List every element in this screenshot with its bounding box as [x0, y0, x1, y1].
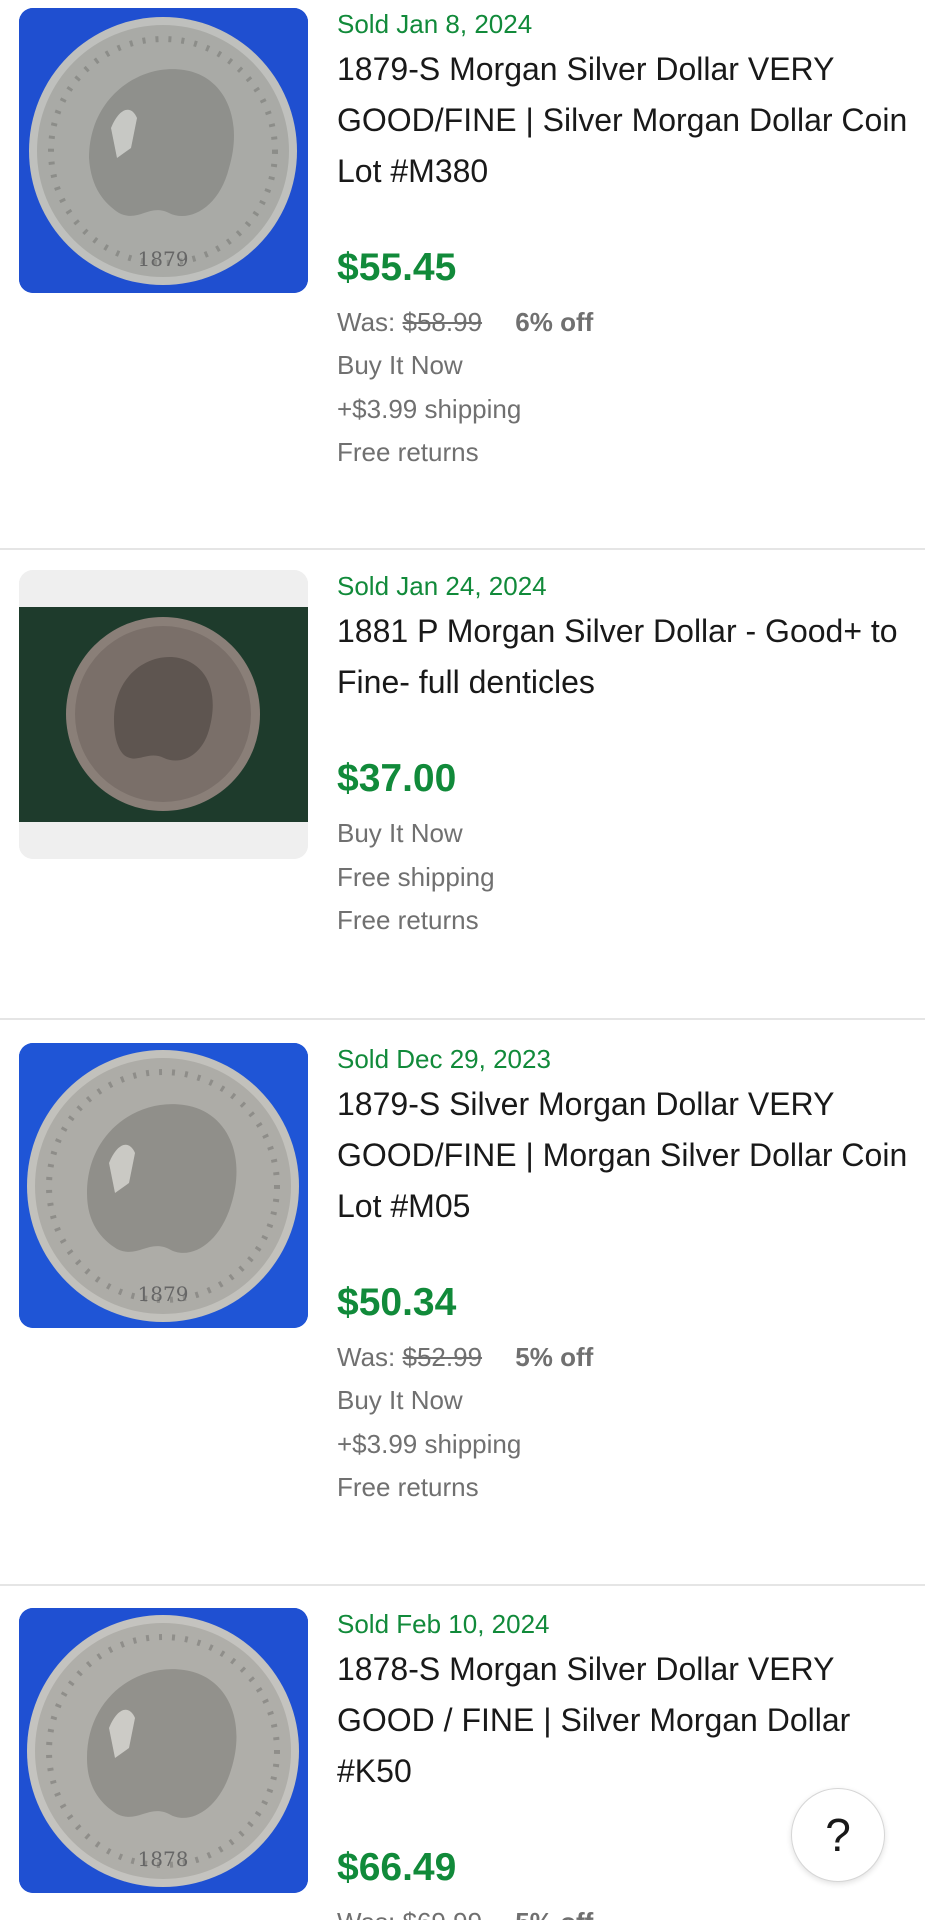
help-button[interactable]: ?	[791, 1788, 885, 1882]
returns-policy: Free returns	[337, 437, 479, 467]
sold-date: Sold Feb 10, 2024	[337, 1609, 550, 1639]
listing-thumbnail[interactable]: 1878	[19, 1608, 308, 1893]
help-question-icon: ?	[825, 1809, 851, 1861]
discount-badge: 6% off	[515, 307, 594, 337]
listing-item[interactable]: 1878 Sold Feb 10, 2024 1878-S Morgan Sil…	[0, 1586, 925, 1920]
sold-price: $55.45	[337, 246, 457, 289]
purchase-format: Buy It Now	[337, 350, 463, 380]
listing-title[interactable]: 1878-S Morgan Silver Dollar VERY GOOD / …	[337, 1644, 922, 1797]
listing-item[interactable]: 1879 Sold Jan 8, 2024 1879-S Morgan Silv…	[0, 0, 925, 548]
listing-title[interactable]: 1879-S Morgan Silver Dollar VERY GOOD/FI…	[337, 44, 922, 197]
original-price: $52.99	[402, 1342, 483, 1372]
sold-price: $66.49	[337, 1846, 457, 1889]
shipping-cost: +$3.99 shipping	[337, 394, 522, 424]
listing-item[interactable]: Sold Jan 24, 2024 1881 P Morgan Silver D…	[0, 550, 925, 1018]
coin-image	[19, 570, 308, 859]
coin-year: 1879	[138, 1282, 189, 1306]
coin-year: 1878	[138, 1847, 189, 1871]
coin-image: 1879	[19, 8, 308, 293]
was-label: Was:	[337, 1342, 396, 1372]
coin-image: 1878	[19, 1608, 308, 1893]
listing-thumbnail[interactable]: 1879	[19, 1043, 308, 1328]
sold-date: Sold Jan 24, 2024	[337, 571, 547, 601]
purchase-format: Buy It Now	[337, 818, 463, 848]
sold-date: Sold Jan 8, 2024	[337, 9, 533, 39]
was-label: Was:	[337, 1907, 395, 1920]
sold-price: $37.00	[337, 757, 457, 800]
listing-title[interactable]: 1881 P Morgan Silver Dollar - Good+ to F…	[337, 606, 922, 708]
was-price-line: Was: $69.99 5% off	[337, 1906, 593, 1920]
was-price-line: Was: $52.99 5% off	[337, 1341, 593, 1373]
was-price-line: Was: $58.99 6% off	[337, 306, 593, 338]
purchase-format: Buy It Now	[337, 1385, 463, 1415]
listing-item[interactable]: 1879 Sold Dec 29, 2023 1879-S Silver Mor…	[0, 1020, 925, 1584]
original-price: $69.99	[403, 1907, 483, 1920]
shipping-cost: +$3.99 shipping	[337, 1429, 522, 1459]
discount-badge: 5% off	[515, 1907, 593, 1920]
shipping-cost: Free shipping	[337, 862, 495, 892]
discount-badge: 5% off	[515, 1342, 594, 1372]
original-price: $58.99	[402, 307, 483, 337]
coin-image: 1879	[19, 1043, 308, 1328]
listing-title[interactable]: 1879-S Silver Morgan Dollar VERY GOOD/FI…	[337, 1079, 922, 1232]
returns-policy: Free returns	[337, 1472, 479, 1502]
returns-policy: Free returns	[337, 905, 479, 935]
was-label: Was:	[337, 307, 396, 337]
sold-price: $50.34	[337, 1281, 457, 1324]
sold-date: Sold Dec 29, 2023	[337, 1044, 551, 1074]
coin-year: 1879	[138, 247, 189, 271]
listing-thumbnail[interactable]	[19, 570, 308, 859]
listing-thumbnail[interactable]: 1879	[19, 8, 308, 293]
